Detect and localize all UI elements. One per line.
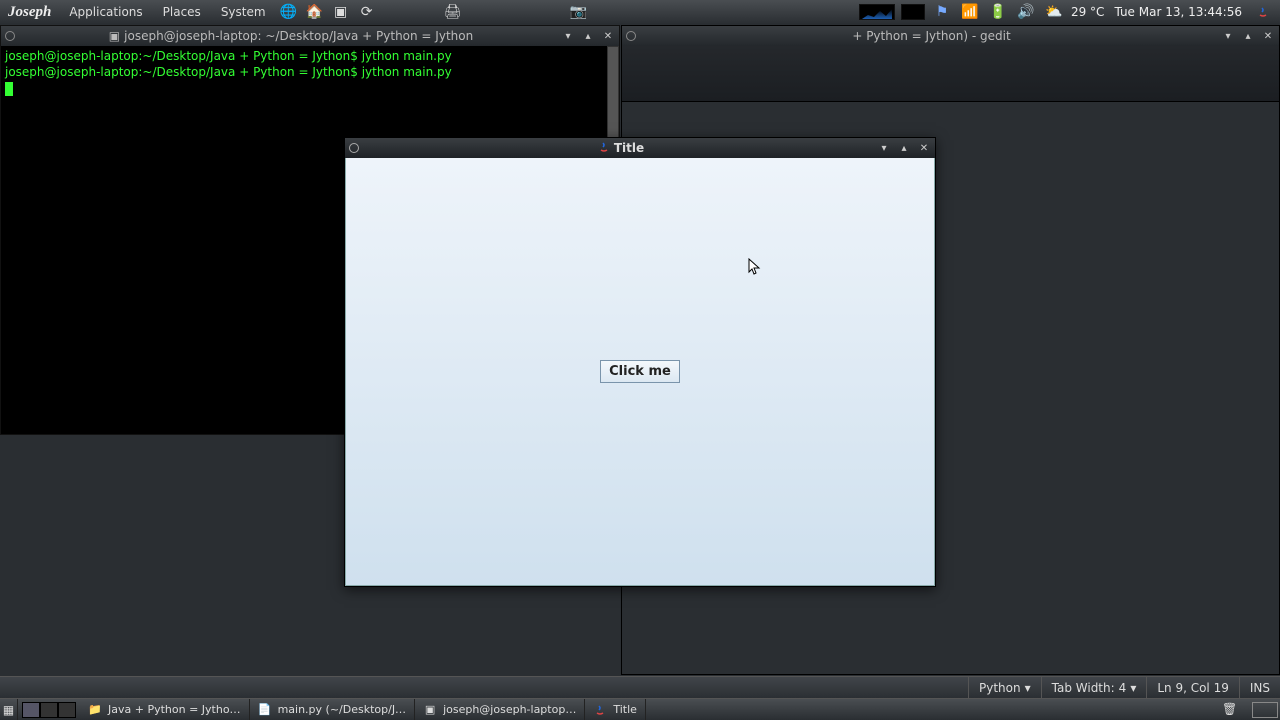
maximize-button[interactable]: ▴: [897, 143, 911, 154]
menu-applications[interactable]: Applications: [61, 0, 150, 24]
menu-places[interactable]: Places: [155, 0, 209, 24]
taskbar-item-java[interactable]: Title: [585, 699, 646, 720]
maximize-button[interactable]: ▴: [1241, 31, 1255, 42]
update-icon[interactable]: ⟳: [356, 1, 378, 23]
bluetooth-icon[interactable]: ⚑: [931, 1, 953, 23]
close-button[interactable]: ✕: [601, 31, 615, 42]
terminal-line: joseph@joseph-laptop:~/Desktop/Java + Py…: [5, 49, 452, 63]
java-icon: [593, 703, 607, 717]
taskbar-item-terminal[interactable]: ▣ joseph@joseph-laptop…: [415, 699, 585, 720]
close-button[interactable]: ✕: [917, 143, 931, 154]
window-menu-icon[interactable]: [626, 31, 636, 41]
distro-brand: Joseph: [0, 4, 57, 21]
gedit-toolbar: [622, 46, 1279, 102]
printer-icon[interactable]: 🖨: [442, 1, 464, 23]
terminal-icon: ▣: [423, 703, 437, 717]
click-me-button[interactable]: Click me: [600, 360, 680, 383]
top-panel: Joseph Applications Places System 🌐 🏠 ▣ …: [0, 0, 1280, 24]
workspace-3[interactable]: [58, 702, 76, 718]
bottom-panel: ▦ 📁 Java + Python = Jytho… 📄 main.py (~/…: [0, 698, 1280, 720]
window-menu-icon[interactable]: [349, 143, 359, 153]
battery-icon[interactable]: 🔋: [987, 1, 1009, 23]
close-button[interactable]: ✕: [1261, 31, 1275, 42]
swing-title: Title: [614, 141, 644, 155]
terminal-icon[interactable]: ▣: [330, 1, 352, 23]
clock[interactable]: Tue Mar 13, 13:44:56: [1110, 5, 1246, 19]
weather-icon: ⛅: [1043, 1, 1065, 23]
gedit-titlebar[interactable]: + Python = Jython) - gedit ▾ ▴ ✕: [622, 26, 1279, 46]
swing-content: Click me: [345, 158, 935, 586]
swing-window: Title ▾ ▴ ✕ Click me: [344, 137, 936, 587]
terminal-cursor: [5, 82, 13, 96]
cpu-monitor[interactable]: [901, 4, 925, 20]
desktop-switcher[interactable]: [1252, 702, 1278, 718]
window-menu-icon[interactable]: [5, 31, 15, 41]
maximize-button[interactable]: ▴: [581, 31, 595, 42]
document-icon: 📄: [258, 703, 272, 717]
weather-temp: 29 °C: [1071, 5, 1104, 19]
chevron-down-icon: ▾: [1025, 681, 1031, 695]
workspace-pager[interactable]: [18, 702, 80, 718]
taskbar-item-gedit[interactable]: 📄 main.py (~/Desktop/J…: [250, 699, 416, 720]
minimize-button[interactable]: ▾: [561, 31, 575, 42]
java-icon: [598, 141, 610, 156]
terminal-app-icon: ▣: [109, 29, 120, 43]
chevron-down-icon: ▾: [1130, 681, 1136, 695]
volume-icon[interactable]: 🔊: [1015, 1, 1037, 23]
taskbar-item-folder[interactable]: 📁 Java + Python = Jytho…: [80, 699, 250, 720]
gedit-statusbar: Python▾ Tab Width: 4 ▾ Ln 9, Col 19 INS: [0, 676, 1280, 698]
minimize-button[interactable]: ▾: [1221, 31, 1235, 42]
wifi-icon[interactable]: 📶: [959, 1, 981, 23]
insert-mode[interactable]: INS: [1239, 677, 1280, 698]
terminal-line: joseph@joseph-laptop:~/Desktop/Java + Py…: [5, 65, 452, 79]
home-icon[interactable]: 🏠: [304, 1, 326, 23]
terminal-title: joseph@joseph-laptop: ~/Desktop/Java + P…: [124, 29, 473, 43]
folder-icon: 📁: [88, 703, 102, 717]
menu-system[interactable]: System: [213, 0, 274, 24]
cursor-position: Ln 9, Col 19: [1146, 677, 1239, 698]
workspace-2[interactable]: [40, 702, 58, 718]
minimize-button[interactable]: ▾: [877, 143, 891, 154]
language-selector[interactable]: Python▾: [968, 677, 1041, 698]
network-monitor[interactable]: [859, 4, 895, 20]
show-desktop-button[interactable]: ▦: [0, 699, 18, 720]
trash-icon[interactable]: 🗑: [1222, 702, 1248, 718]
java-tray-icon[interactable]: [1252, 1, 1274, 23]
browser-icon[interactable]: 🌐: [278, 1, 300, 23]
swing-titlebar[interactable]: Title ▾ ▴ ✕: [345, 138, 935, 158]
terminal-titlebar[interactable]: ▣ joseph@joseph-laptop: ~/Desktop/Java +…: [1, 26, 619, 46]
gedit-title: + Python = Jython) - gedit: [642, 29, 1221, 43]
camera-icon[interactable]: 📷: [568, 1, 590, 23]
tabwidth-selector[interactable]: Tab Width: 4 ▾: [1041, 677, 1147, 698]
workspace-1[interactable]: [22, 702, 40, 718]
